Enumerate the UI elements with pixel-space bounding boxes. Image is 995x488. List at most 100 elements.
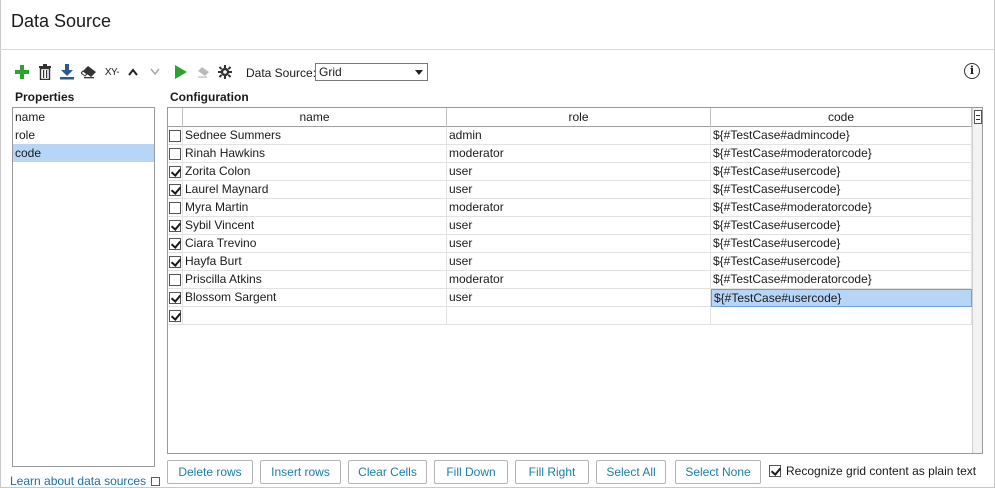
scroll-grip-icon[interactable]	[974, 110, 982, 124]
column-header-role[interactable]: role	[447, 108, 711, 127]
add-icon[interactable]	[12, 62, 32, 82]
row-checkbox[interactable]	[169, 310, 181, 322]
cell-name[interactable]: Myra Martin	[183, 199, 447, 217]
cell-code[interactable]: ${#TestCase#usercode}	[711, 181, 972, 199]
table-row: Sybil Vincent user ${#TestCase#usercode}	[168, 217, 972, 235]
cell-name[interactable]: Sybil Vincent	[183, 217, 447, 235]
row-checkbox[interactable]	[169, 292, 181, 304]
configuration-grid: name role code Sednee Summers admin ${#T…	[167, 107, 983, 454]
grid-corner	[168, 108, 183, 127]
row-checkbox-cell[interactable]	[168, 235, 183, 253]
table-row: Myra Martin moderator ${#TestCase#modera…	[168, 199, 972, 217]
grid-scrollbar[interactable]	[972, 108, 982, 453]
row-checkbox-cell[interactable]	[168, 253, 183, 271]
properties-label: Properties	[15, 90, 75, 104]
row-checkbox-cell[interactable]	[168, 307, 183, 325]
column-header-name[interactable]: name	[183, 108, 447, 127]
cell-role[interactable]	[447, 307, 711, 325]
row-checkbox[interactable]	[169, 184, 181, 196]
external-link-icon	[151, 476, 161, 486]
row-checkbox[interactable]	[169, 166, 181, 178]
cell-name[interactable]: Priscilla Atkins	[183, 271, 447, 289]
xy-function-button[interactable]: XY-	[101, 62, 123, 82]
cell-code[interactable]: ${#TestCase#usercode}	[711, 253, 972, 271]
cell-code[interactable]: ${#TestCase#usercode}	[711, 217, 972, 235]
cell-role[interactable]: user	[447, 181, 711, 199]
cell-code[interactable]	[711, 307, 972, 325]
grid-action-bar: Delete rows Insert rows Clear Cells Fill…	[167, 460, 987, 484]
cell-code[interactable]: ${#TestCase#usercode}	[711, 163, 972, 181]
grid-header: name role code	[168, 108, 982, 127]
row-checkbox-cell[interactable]	[168, 145, 183, 163]
clear-disabled-icon[interactable]	[194, 62, 212, 82]
row-checkbox[interactable]	[169, 274, 181, 286]
row-checkbox-cell[interactable]	[168, 181, 183, 199]
select-none-button[interactable]: Select None	[675, 460, 761, 484]
property-item-name[interactable]: name	[13, 108, 154, 126]
row-checkbox[interactable]	[169, 148, 181, 160]
cell-code[interactable]: ${#TestCase#moderatorcode}	[711, 199, 972, 217]
row-checkbox-cell[interactable]	[168, 289, 183, 307]
fill-right-button[interactable]: Fill Right	[515, 460, 589, 484]
cell-role[interactable]: user	[447, 163, 711, 181]
data-source-select[interactable]: Grid	[315, 63, 428, 81]
table-row: Sednee Summers admin ${#TestCase#adminco…	[168, 127, 972, 145]
move-up-icon[interactable]	[126, 62, 140, 82]
cell-name[interactable]: Zorita Colon	[183, 163, 447, 181]
column-header-code[interactable]: code	[711, 108, 972, 127]
cell-name[interactable]: Rinah Hawkins	[183, 145, 447, 163]
title-bar: Data Source	[0, 0, 995, 50]
cell-role[interactable]: moderator	[447, 145, 711, 163]
settings-gear-icon[interactable]	[216, 62, 234, 82]
cell-role[interactable]: moderator	[447, 271, 711, 289]
fill-down-button[interactable]: Fill Down	[434, 460, 508, 484]
cell-role[interactable]: user	[447, 217, 711, 235]
property-item-role[interactable]: role	[13, 126, 154, 144]
cell-code-selected[interactable]: ${#TestCase#usercode}	[711, 289, 972, 307]
eraser-icon[interactable]	[79, 62, 99, 82]
cell-code[interactable]: ${#TestCase#moderatorcode}	[711, 145, 972, 163]
row-checkbox[interactable]	[169, 220, 181, 232]
configuration-label: Configuration	[170, 90, 249, 104]
row-checkbox[interactable]	[169, 256, 181, 268]
toolbar: XY- Data Source: Grid i	[12, 62, 982, 82]
insert-rows-button[interactable]: Insert rows	[260, 460, 341, 484]
cell-role[interactable]: admin	[447, 127, 711, 145]
download-icon[interactable]	[57, 62, 77, 82]
row-checkbox-cell[interactable]	[168, 217, 183, 235]
cell-name[interactable]: Ciara Trevino	[183, 235, 447, 253]
cell-code[interactable]: ${#TestCase#admincode}	[711, 127, 972, 145]
recognize-plain-text-label: Recognize grid content as plain text	[786, 464, 977, 478]
cell-role[interactable]: user	[447, 235, 711, 253]
cell-role[interactable]: moderator	[447, 199, 711, 217]
recognize-plain-text-checkbox[interactable]	[769, 465, 781, 477]
delete-rows-button[interactable]: Delete rows	[167, 460, 253, 484]
cell-name[interactable]: Laurel Maynard	[183, 181, 447, 199]
move-down-icon[interactable]	[148, 62, 162, 82]
cell-name[interactable]: Sednee Summers	[183, 127, 447, 145]
run-icon[interactable]	[172, 62, 190, 82]
row-checkbox-cell[interactable]	[168, 163, 183, 181]
cell-name[interactable]: Blossom Sargent	[183, 289, 447, 307]
cell-role[interactable]: user	[447, 289, 711, 307]
row-checkbox[interactable]	[169, 238, 181, 250]
property-item-code[interactable]: code	[13, 144, 154, 162]
select-all-button[interactable]: Select All	[596, 460, 666, 484]
row-checkbox[interactable]	[169, 130, 181, 142]
cell-role[interactable]: user	[447, 253, 711, 271]
table-row-new	[168, 307, 972, 325]
row-checkbox-cell[interactable]	[168, 199, 183, 217]
property-item-label: code	[15, 146, 42, 160]
cell-code[interactable]: ${#TestCase#moderatorcode}	[711, 271, 972, 289]
row-checkbox-cell[interactable]	[168, 271, 183, 289]
info-icon[interactable]: i	[964, 63, 980, 79]
row-checkbox[interactable]	[169, 202, 181, 214]
recognize-plain-text-option[interactable]: Recognize grid content as plain text	[769, 464, 976, 478]
cell-code[interactable]: ${#TestCase#usercode}	[711, 235, 972, 253]
learn-about-data-sources-link[interactable]: Learn about data sources	[10, 474, 161, 488]
row-checkbox-cell[interactable]	[168, 127, 183, 145]
delete-icon[interactable]	[35, 62, 55, 82]
cell-name[interactable]	[183, 307, 447, 325]
clear-cells-button[interactable]: Clear Cells	[348, 460, 427, 484]
cell-name[interactable]: Hayfa Burt	[183, 253, 447, 271]
